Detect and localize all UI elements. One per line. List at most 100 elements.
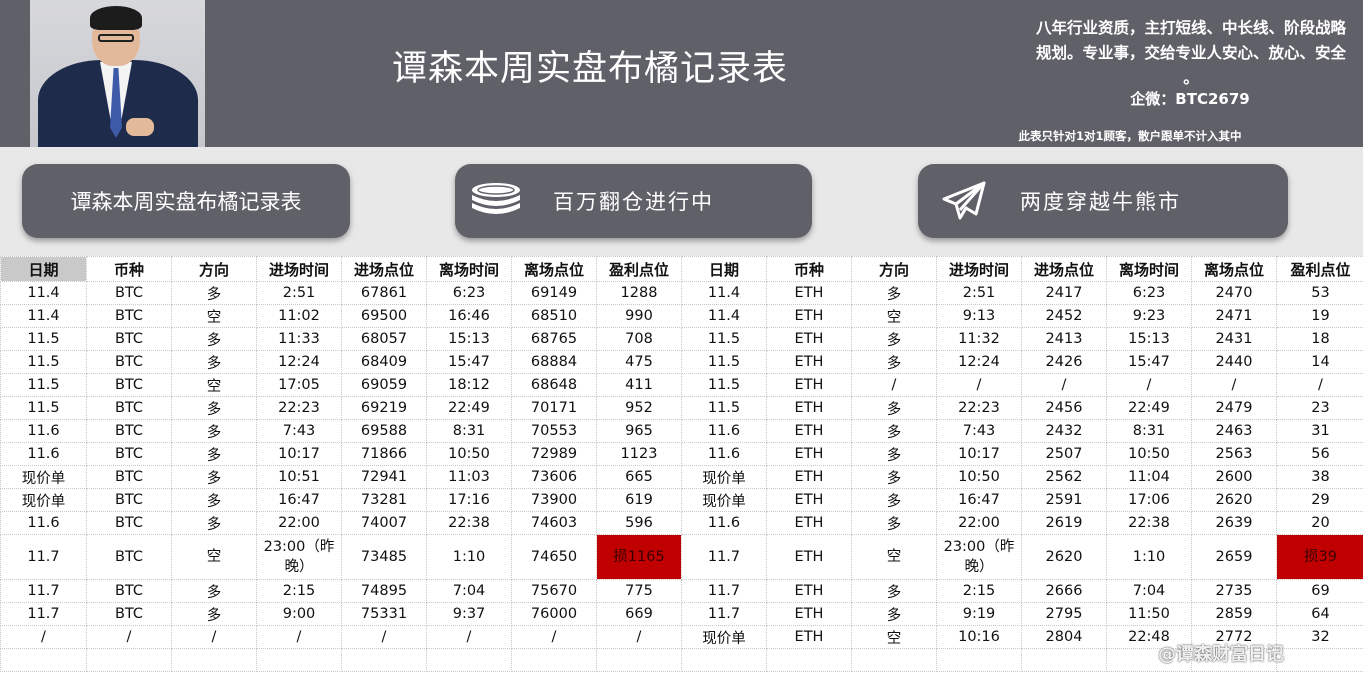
table-cell: 9:19 (936, 602, 1022, 626)
table-cell: 11.5 (681, 350, 767, 374)
table-cell: ETH (766, 281, 852, 305)
table-cell: ETH (766, 419, 852, 443)
table-cell: 11.6 (0, 419, 87, 443)
table-cell: 11.5 (0, 350, 87, 374)
column-header: 离场时间 (426, 256, 512, 282)
table-cell: / (1106, 373, 1192, 397)
table-cell: 32 (1276, 625, 1363, 649)
banner-bull-bear: 两度穿越牛熊市 (918, 164, 1288, 238)
column-header: 盈利点位 (1276, 256, 1363, 282)
column-header: 日期 (681, 256, 767, 282)
table-cell: / (1021, 373, 1107, 397)
table-cell: BTC (86, 465, 172, 489)
table-cell: 68409 (341, 350, 427, 374)
table-cell: 7:04 (1106, 579, 1192, 603)
table-cell: 17:16 (426, 488, 512, 512)
table-cell (0, 648, 87, 672)
table-cell (426, 648, 512, 672)
table-cell: 11.6 (681, 511, 767, 535)
table-cell: 多 (851, 511, 937, 535)
table-cell: 15:13 (1106, 327, 1192, 351)
table-row: 11.7 BTC 多 2:15 74895 7:04 75670 775 11.7 ETH 多 2:1… (0, 579, 1363, 603)
table-cell: 11.7 (0, 579, 87, 603)
watermark-text: @谭森财富日记 (1158, 644, 1284, 665)
table-row: 11.5 BTC 多 22:23 69219 22:49 70171 952 11.5 ETH 多 2… (0, 396, 1363, 420)
table-cell: 75670 (511, 579, 597, 603)
table-cell: 2620 (1021, 534, 1107, 580)
table-cell: 10:50 (426, 442, 512, 466)
table-cell: 11.4 (681, 281, 767, 305)
table-cell: 2639 (1191, 511, 1277, 535)
table-cell: 22:38 (426, 511, 512, 535)
table-cell: 9:13 (936, 304, 1022, 328)
table-cell: 17:05 (256, 373, 342, 397)
table-cell: 56 (1276, 442, 1363, 466)
table-cell: / (511, 625, 597, 649)
table-cell: 69149 (511, 281, 597, 305)
table-cell: 22:38 (1106, 511, 1192, 535)
table-cell: 11:02 (256, 304, 342, 328)
table-cell: 952 (596, 396, 682, 420)
table-cell: 53 (1276, 281, 1363, 305)
table-cell: 现价单 (681, 465, 767, 489)
column-header: 方向 (171, 256, 257, 282)
table-cell: / (86, 625, 172, 649)
table-cell: 69059 (341, 373, 427, 397)
table-cell: 多 (171, 350, 257, 374)
table-cell: 多 (851, 465, 937, 489)
table-cell: 现价单 (681, 625, 767, 649)
table-row: 11.6 BTC 多 7:43 69588 8:31 70553 965 11.6 ETH 多 7:4… (0, 419, 1363, 443)
table-cell: 22:00 (936, 511, 1022, 535)
coin-stack-icon (469, 181, 523, 221)
table-cell: 1288 (596, 281, 682, 305)
table-cell: 965 (596, 419, 682, 443)
table-cell: BTC (86, 488, 172, 512)
table-cell: ETH (766, 602, 852, 626)
table-cell: 1123 (596, 442, 682, 466)
table-cell: 11:33 (256, 327, 342, 351)
table-cell: 11.7 (0, 602, 87, 626)
table-cell: 2:15 (256, 579, 342, 603)
table-cell: / (596, 625, 682, 649)
table-cell: ETH (766, 304, 852, 328)
table-cell: 70171 (511, 396, 597, 420)
table-cell (256, 648, 342, 672)
table-cell (1021, 648, 1107, 672)
table-cell: 74603 (511, 511, 597, 535)
table-cell: ETH (766, 373, 852, 397)
table-cell: 16:47 (936, 488, 1022, 512)
slogan-line-1: 八年行业资质，主打短线、中长线、阶段战略 (1035, 19, 1346, 37)
paper-plane-icon (942, 181, 986, 221)
table-cell: / (936, 373, 1022, 397)
table-cell: 11.6 (681, 442, 767, 466)
table-cell: 1:10 (1106, 534, 1192, 580)
table-cell: 11:03 (426, 465, 512, 489)
table-cell: 12:24 (256, 350, 342, 374)
table-cell: / (851, 373, 937, 397)
table-cell: 16:46 (426, 304, 512, 328)
table-cell: 2659 (1191, 534, 1277, 580)
table-cell: 11.5 (0, 396, 87, 420)
column-header: 方向 (851, 256, 937, 282)
table-cell (936, 648, 1022, 672)
table-cell: 70553 (511, 419, 597, 443)
table-cell: 665 (596, 465, 682, 489)
table-cell: 669 (596, 602, 682, 626)
table-cell (851, 648, 937, 672)
table-cell: 74007 (341, 511, 427, 535)
table-cell: 现价单 (681, 488, 767, 512)
table-cell: 多 (171, 511, 257, 535)
table-cell: ETH (766, 327, 852, 351)
table-cell: 9:23 (1106, 304, 1192, 328)
table-cell: 708 (596, 327, 682, 351)
table-cell: 损1165 (596, 534, 682, 580)
table-cell: 多 (851, 281, 937, 305)
table-cell: 7:43 (256, 419, 342, 443)
table-cell: 多 (171, 442, 257, 466)
table-cell: 11.5 (0, 373, 87, 397)
table-cell: ETH (766, 442, 852, 466)
table-cell: 10:50 (1106, 442, 1192, 466)
table-cell: 22:49 (1106, 396, 1192, 420)
notice-text: 此表只针对1对1顾客，散户跟单不计入其中 (1018, 129, 1242, 143)
table-cell: 多 (851, 350, 937, 374)
